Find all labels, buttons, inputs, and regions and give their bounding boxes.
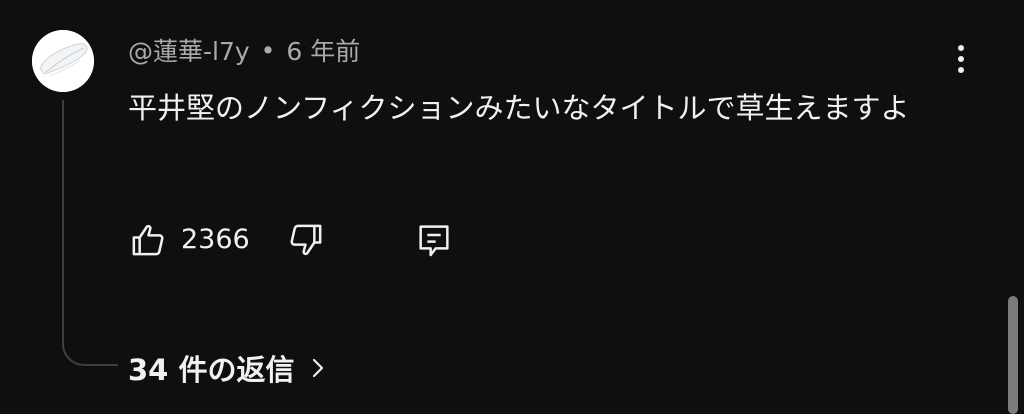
- reply-button[interactable]: [412, 218, 456, 262]
- thumb-up-icon: [132, 224, 164, 256]
- scrollbar-thumb[interactable]: [1008, 296, 1018, 414]
- comment-timestamp[interactable]: 6 年前: [286, 32, 360, 68]
- avatar-image: [32, 30, 94, 92]
- comment-header: @蓮華-l7y • 6 年前: [128, 30, 360, 70]
- replies-label: 34 件の返信: [128, 353, 295, 387]
- more-vert-icon-dot: [958, 67, 964, 73]
- avatar[interactable]: [32, 30, 94, 92]
- header-separator: •: [260, 35, 276, 65]
- thumb-down-icon: [290, 224, 322, 256]
- more-vert-icon: [958, 45, 964, 51]
- author-name[interactable]: @蓮華-l7y: [128, 32, 250, 68]
- view-replies-button[interactable]: 34 件の返信: [128, 346, 328, 390]
- reply-comment-icon: [419, 225, 449, 257]
- like-count: 2366: [181, 224, 250, 255]
- like-button[interactable]: [126, 218, 170, 262]
- comment-actions: 2366: [126, 218, 486, 262]
- more-vert-icon-dot: [958, 56, 964, 62]
- dislike-button[interactable]: [284, 218, 328, 262]
- chevron-right-icon: [313, 358, 324, 378]
- more-options-button[interactable]: [944, 40, 978, 78]
- comment-text: 平井堅のノンフィクションみたいなタイトルで草生えますよ: [128, 91, 910, 125]
- thread-connector-line: [62, 100, 118, 366]
